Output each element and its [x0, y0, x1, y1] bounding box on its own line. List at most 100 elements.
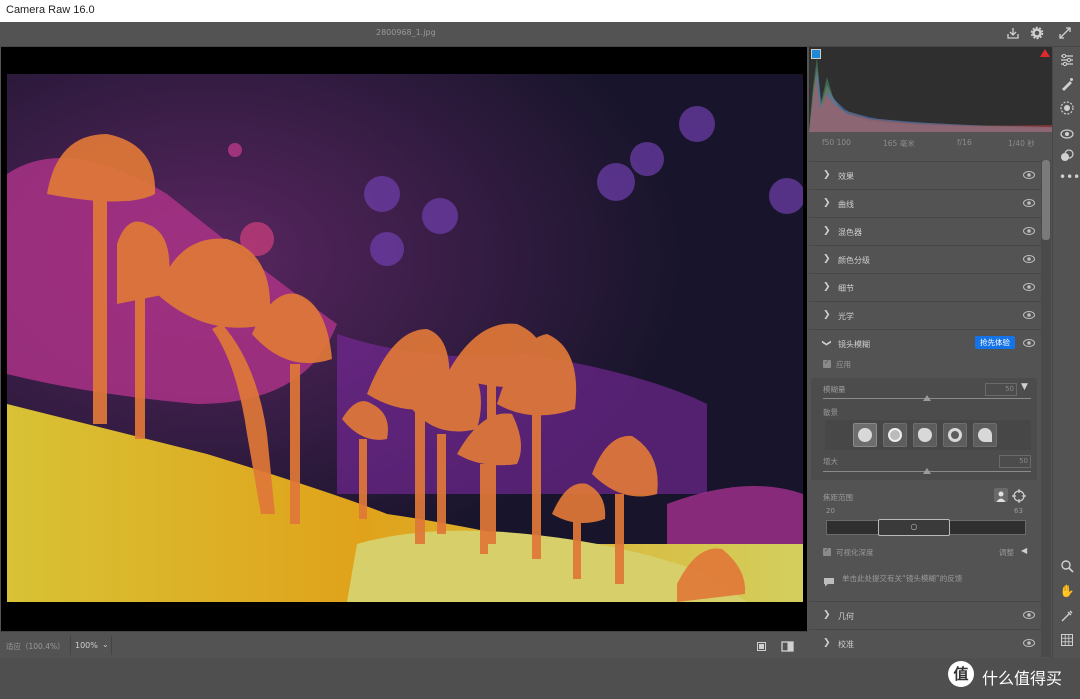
zoom-value: 100% — [75, 641, 98, 650]
bokeh-ring-button[interactable] — [943, 423, 967, 447]
visualize-depth-checkbox[interactable] — [823, 546, 831, 556]
more-options-icon[interactable]: ••• — [1059, 169, 1080, 185]
panel-detail[interactable]: ❯ 细节 — [809, 273, 1041, 301]
zoom-select[interactable]: 100% ⌄ — [70, 636, 112, 655]
bokeh-label: 散景 — [823, 408, 838, 417]
canvas-bottom-bar: 适应（100.4%） 100% ⌄ — [0, 631, 808, 659]
panel-geometry[interactable]: ❯ 几何 — [809, 601, 1041, 629]
chevron-right-icon: ❯ — [823, 282, 831, 292]
exif-info: f50 100 165 毫米 f/16 1/40 秒 — [809, 132, 1052, 154]
tool-strip: ••• ✋ — [1052, 47, 1080, 658]
exif-iso: f50 100 — [822, 138, 851, 147]
panel-color-grading[interactable]: ❯ 颜色分级 — [809, 245, 1041, 273]
bokeh-shape-picker — [825, 420, 1031, 450]
edit-panel: ❯ 效果 ❯ 曲线 ❯ 混色器 ❯ 颜色分级 ❯ 细节 ❯ 光学 ❯ 镜头模糊 … — [809, 154, 1041, 658]
before-after-icon[interactable] — [781, 638, 794, 652]
watermark-glyph: 值 — [948, 661, 974, 687]
apply-label: 应用 — [836, 360, 851, 369]
red-eye-icon[interactable] — [1059, 127, 1075, 143]
grid-overlay-icon[interactable] — [1059, 633, 1075, 649]
panel-effects[interactable]: ❯ 效果 — [809, 161, 1041, 189]
feedback-link[interactable]: 单击此处提交有关“镜头模糊”的反馈 — [842, 573, 962, 584]
focus-min: 20 — [826, 507, 835, 515]
feedback-icon — [823, 572, 835, 587]
boost-label: 增大 — [823, 457, 838, 466]
visualize-depth-label: 可视化深度 — [836, 548, 874, 557]
chevron-down-icon[interactable]: ▼ — [1021, 382, 1028, 392]
panel-label: 颜色分级 — [838, 256, 870, 265]
focus-range-label: 焦距范围 — [823, 493, 853, 502]
settings-gear-icon[interactable] — [1029, 26, 1045, 42]
panel-optics[interactable]: ❯ 光学 — [809, 301, 1041, 329]
visibility-eye-icon[interactable] — [1023, 170, 1035, 180]
panel-scrollbar[interactable] — [1041, 160, 1051, 657]
apply-checkbox[interactable] — [823, 358, 831, 368]
blur-amount-input[interactable]: 50 — [985, 383, 1017, 396]
presets-icon[interactable] — [1059, 149, 1075, 165]
panel-curves[interactable]: ❯ 曲线 — [809, 189, 1041, 217]
chevron-down-icon: ⌄ — [102, 640, 109, 649]
chevron-right-icon: ❯ — [823, 310, 831, 320]
color-sampler-icon[interactable] — [1059, 609, 1075, 625]
histogram-graph — [809, 57, 1052, 132]
single-view-icon[interactable] — [755, 638, 768, 651]
panel-mixer[interactable]: ❯ 混色器 — [809, 217, 1041, 245]
zoom-tool-icon[interactable] — [1059, 559, 1075, 575]
zoom-fit-label[interactable]: 适应（100.4%） — [6, 641, 65, 652]
panel-label: 几何 — [838, 612, 854, 621]
refine-label[interactable]: 调整 — [999, 547, 1014, 558]
visibility-eye-icon[interactable] — [1023, 638, 1035, 648]
visibility-eye-icon[interactable] — [1023, 310, 1035, 320]
watermark-logo: 值 什么值得买 — [948, 661, 1072, 691]
bokeh-circle-button[interactable] — [853, 423, 877, 447]
chevron-right-icon: ❯ — [823, 198, 831, 208]
blur-amount-label: 模糊量 — [823, 385, 846, 394]
save-icon[interactable] — [1005, 26, 1021, 42]
panel-label: 校准 — [838, 640, 854, 649]
chevron-right-icon: ❯ — [823, 226, 831, 236]
status-bar — [0, 658, 1080, 699]
window-titlebar: Camera Raw 16.0 — [0, 0, 1080, 22]
point-focus-icon[interactable] — [1012, 488, 1026, 503]
scrollbar-thumb[interactable] — [1042, 160, 1050, 240]
histogram — [809, 47, 1052, 132]
top-toolbar: 2800968_1.jpg — [0, 22, 1080, 47]
edit-sliders-icon[interactable] — [1059, 53, 1075, 69]
hand-tool-icon[interactable]: ✋ — [1059, 583, 1075, 599]
visibility-eye-icon[interactable] — [1023, 226, 1035, 236]
bokeh-cateye-button[interactable] — [973, 423, 997, 447]
bokeh-blade-button[interactable] — [913, 423, 937, 447]
window-title: Camera Raw 16.0 — [6, 4, 95, 16]
visibility-eye-icon[interactable] — [1023, 282, 1035, 292]
visibility-eye-icon[interactable] — [1023, 338, 1035, 348]
image-canvas[interactable] — [1, 47, 807, 631]
focus-max: 63 — [1014, 507, 1023, 515]
chevron-down-icon: ❯ — [820, 339, 831, 347]
panel-label: 混色器 — [838, 228, 862, 237]
bokeh-bubble-button[interactable] — [883, 423, 907, 447]
exif-aperture: f/16 — [957, 138, 972, 147]
focus-range-handle[interactable]: ○ — [878, 519, 950, 536]
caret-left-icon[interactable]: ◀ — [1021, 546, 1027, 555]
boost-thumb[interactable] — [923, 468, 931, 474]
panel-lens-blur-header[interactable]: ❯ 镜头模糊 抢先体验 — [809, 329, 1041, 357]
watermark-text: 什么值得买 — [982, 669, 1063, 688]
exif-shutter: 1/40 秒 — [1008, 139, 1035, 148]
subject-focus-icon[interactable] — [994, 488, 1008, 502]
visibility-eye-icon[interactable] — [1023, 198, 1035, 208]
panel-calibration[interactable]: ❯ 校准 — [809, 629, 1041, 657]
panel-label: 光学 — [838, 312, 854, 321]
early-access-badge: 抢先体验 — [975, 336, 1015, 349]
chevron-right-icon: ❯ — [823, 610, 831, 620]
fullscreen-icon[interactable] — [1057, 26, 1073, 42]
blur-amount-thumb[interactable] — [923, 395, 931, 401]
visibility-eye-icon[interactable] — [1023, 610, 1035, 620]
masking-icon[interactable] — [1059, 101, 1075, 117]
healing-brush-icon[interactable] — [1059, 77, 1075, 93]
focus-range-bar[interactable]: ○ — [826, 519, 1026, 536]
file-name: 2800968_1.jpg — [376, 28, 436, 37]
visibility-eye-icon[interactable] — [1023, 254, 1035, 264]
boost-input[interactable]: 50 — [999, 455, 1031, 468]
panel-label: 效果 — [838, 172, 854, 181]
chevron-right-icon: ❯ — [823, 170, 831, 180]
